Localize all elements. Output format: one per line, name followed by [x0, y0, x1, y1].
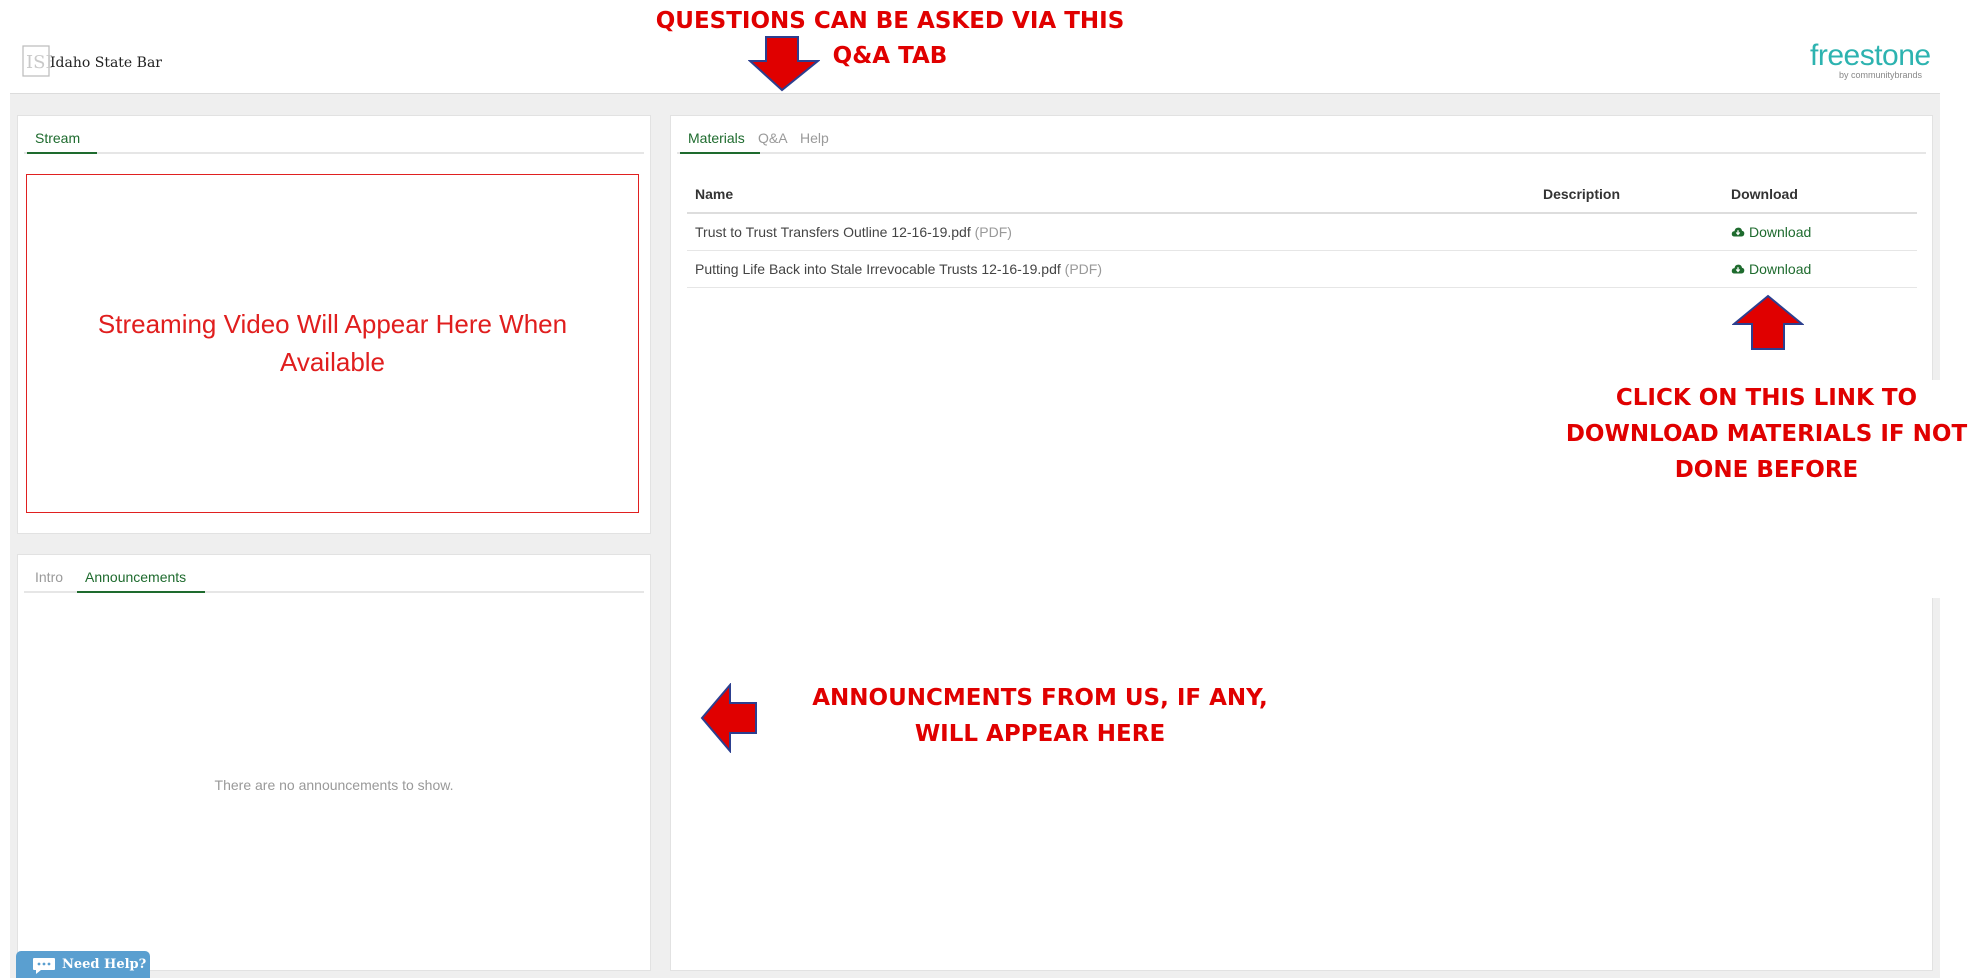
download-annotation: CLICK ON THIS LINK TO DOWNLOAD MATERIALS…: [1560, 380, 1973, 488]
announcements-annotation: ANNOUNCMENTS FROM US, IF ANY, WILL APPEA…: [780, 680, 1300, 752]
download-annotation-line-2: DOWNLOAD MATERIALS IF NOT: [1565, 421, 1968, 447]
download-annotation-line-1: CLICK ON THIS LINK TO: [1615, 385, 1918, 411]
announcements-annotation-line-1: ANNOUNCMENTS FROM US, IF ANY,: [812, 685, 1268, 711]
org-name: Idaho State Bar: [50, 55, 162, 71]
table-header-row: Name Description Download: [687, 176, 1917, 214]
cloud-download-icon: [1731, 227, 1745, 237]
material-name: Trust to Trust Transfers Outline 12-16-1…: [695, 224, 971, 240]
tab-qa[interactable]: Q&A: [750, 130, 796, 152]
column-description: Description: [1535, 176, 1723, 214]
video-placeholder-text: Streaming Video Will Appear Here When Av…: [97, 309, 568, 377]
material-name-cell: Putting Life Back into Stale Irrevocable…: [687, 250, 1535, 288]
up-arrow-icon: [1732, 294, 1804, 350]
down-arrow-icon: [748, 36, 820, 92]
freestone-logo: freestone by communitybrands: [1810, 39, 1931, 81]
material-download-cell: Download: [1723, 213, 1917, 251]
materials-tabs: Materials Q&A Help: [677, 124, 1926, 154]
table-row: Putting Life Back into Stale Irrevocable…: [687, 250, 1917, 288]
video-placeholder: Streaming Video Will Appear Here When Av…: [26, 174, 639, 513]
material-type: (PDF): [974, 224, 1012, 240]
svg-text:ISB: ISB: [26, 52, 52, 73]
table-row: Trust to Trust Transfers Outline 12-16-1…: [687, 213, 1917, 251]
stream-tabs: Stream: [24, 124, 644, 154]
material-description: [1535, 213, 1723, 251]
materials-table: Name Description Download Trust to Trust…: [687, 176, 1917, 288]
download-link[interactable]: Download: [1731, 224, 1811, 240]
info-tabs: Intro Announcements: [24, 563, 644, 593]
download-label: Download: [1749, 224, 1812, 240]
brand-name: freestone: [1810, 39, 1931, 72]
download-link[interactable]: Download: [1731, 261, 1811, 277]
tab-stream[interactable]: Stream: [27, 130, 97, 154]
stream-panel: Stream Streaming Video Will Appear Here …: [17, 115, 651, 534]
column-name: Name: [687, 176, 1535, 214]
download-label: Download: [1749, 261, 1812, 277]
idaho-state-bar-logo: ISB: [22, 45, 52, 77]
tab-help[interactable]: Help: [792, 130, 837, 152]
qa-annotation: QUESTIONS CAN BE ASKED VIA THIS Q&A TAB: [640, 4, 1140, 74]
material-download-cell: Download: [1723, 250, 1917, 288]
tab-intro[interactable]: Intro: [27, 569, 71, 591]
material-name: Putting Life Back into Stale Irrevocable…: [695, 261, 1061, 277]
announcements-panel: Intro Announcements There are no announc…: [17, 554, 651, 971]
cloud-download-icon: [1731, 264, 1745, 274]
need-help-label: Need Help?: [62, 957, 147, 972]
material-description: [1535, 250, 1723, 288]
material-name-cell: Trust to Trust Transfers Outline 12-16-1…: [687, 213, 1535, 251]
qa-annotation-line-1: QUESTIONS CAN BE ASKED VIA THIS: [655, 8, 1125, 34]
left-arrow-icon: [700, 683, 757, 753]
download-annotation-line-3: DONE BEFORE: [1674, 457, 1859, 483]
material-type: (PDF): [1064, 261, 1102, 277]
no-announcements-message: There are no announcements to show.: [214, 777, 454, 793]
tab-materials[interactable]: Materials: [680, 130, 760, 154]
qa-annotation-line-2: Q&A TAB: [832, 43, 948, 69]
chat-bubble-icon: [33, 958, 55, 974]
column-download: Download: [1723, 176, 1917, 214]
announcements-annotation-line-2: WILL APPEAR HERE: [914, 721, 1166, 747]
need-help-button[interactable]: Need Help?: [16, 951, 150, 978]
tab-announcements[interactable]: Announcements: [77, 569, 205, 593]
